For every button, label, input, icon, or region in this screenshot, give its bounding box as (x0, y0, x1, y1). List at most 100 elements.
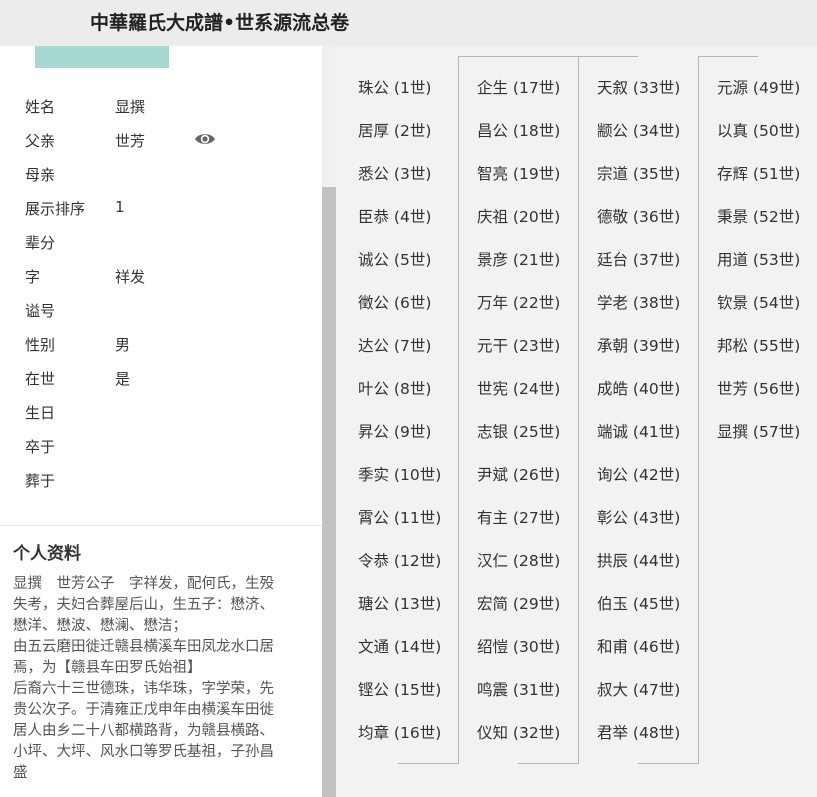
generation-item[interactable]: 珠公 (1世) (358, 76, 431, 100)
profile-line: 懋洋、懋波、懋澜、懋洁； (13, 618, 187, 634)
generation-item[interactable]: 悉公 (3世) (358, 162, 431, 186)
profile-line: 居人由乡二十八都横路背，为赣县横路、 (13, 723, 274, 739)
info-label-mother: 母亲 (25, 166, 56, 184)
generation-item[interactable]: 宗道 (35世) (597, 162, 680, 186)
generation-item[interactable]: 学老 (38世) (597, 291, 680, 315)
generation-item[interactable]: 绍愷 (30世) (477, 635, 560, 659)
generation-item[interactable]: 鸣震 (31世) (477, 678, 560, 702)
generation-item[interactable]: 元源 (49世) (717, 76, 800, 100)
info-row-courtesy-name: 字 祥发 (0, 258, 322, 292)
generation-item[interactable]: 存辉 (51世) (717, 162, 800, 186)
generation-item[interactable]: 廷台 (37世) (597, 248, 680, 272)
generation-item[interactable]: 询公 (42世) (597, 463, 680, 487)
generation-item[interactable]: 尹斌 (26世) (477, 463, 560, 487)
generation-item[interactable]: 智亮 (19世) (477, 162, 560, 186)
generation-item[interactable]: 用道 (53世) (717, 248, 800, 272)
info-value-order: 1 (115, 198, 125, 216)
connector-line (458, 56, 578, 57)
generation-item[interactable]: 彰公 (43世) (597, 506, 680, 530)
generation-item[interactable]: 徵公 (6世) (358, 291, 431, 315)
generation-item[interactable]: 钦景 (54世) (717, 291, 800, 315)
eye-icon[interactable] (194, 131, 216, 147)
info-label-courtesy-name: 字 (25, 268, 41, 286)
generation-item[interactable]: 以真 (50世) (717, 119, 800, 143)
generation-item[interactable]: 企生 (17世) (477, 76, 560, 100)
generation-item[interactable]: 臣恭 (4世) (358, 205, 431, 229)
generation-item[interactable]: 令恭 (12世) (358, 549, 441, 573)
generation-item[interactable]: 仪知 (32世) (477, 721, 560, 745)
generation-item[interactable]: 居厚 (2世) (358, 119, 431, 143)
info-label-father: 父亲 (25, 132, 56, 150)
generation-item[interactable]: 有主 (27世) (477, 506, 560, 530)
connector-line (578, 56, 579, 764)
generation-item[interactable]: 叶公 (8世) (358, 377, 431, 401)
generation-item[interactable]: 均章 (16世) (358, 721, 441, 745)
connector-line (578, 56, 638, 57)
info-label-gender: 性别 (25, 336, 56, 354)
info-row-death: 卒于 (0, 428, 322, 462)
profile-heading: 个人资料 (13, 544, 81, 564)
generation-item[interactable]: 端诚 (41世) (597, 420, 680, 444)
profile-line: 由五云磨田徙迁赣县横溪车田凤龙水口居 (13, 639, 274, 655)
generation-item[interactable]: 显撰 (57世) (717, 420, 800, 444)
generation-item[interactable]: 志银 (25世) (477, 420, 560, 444)
scrollbar-thumb[interactable] (322, 187, 336, 797)
profile-line: 失考，夫妇合葬屋后山，生五子：懋济、 (13, 597, 274, 613)
info-label-generation-name: 辈分 (25, 234, 56, 252)
generation-item[interactable]: 万年 (22世) (477, 291, 560, 315)
person-detail-panel: 姓名 显撰 父亲 世芳 母亲 展示排序 1 辈分 字 祥发 谥号 性别 男 在世… (0, 46, 322, 797)
info-value-living: 是 (115, 370, 131, 388)
generation-item[interactable]: 庆祖 (20世) (477, 205, 560, 229)
info-label-living: 在世 (25, 370, 56, 388)
info-row-generation-name: 辈分 (0, 224, 322, 258)
generation-item[interactable]: 汉仁 (28世) (477, 549, 560, 573)
generation-item[interactable]: 君举 (48世) (597, 721, 680, 745)
generation-item[interactable]: 昇公 (9世) (358, 420, 431, 444)
info-value-father[interactable]: 世芳 (115, 130, 145, 151)
connector-line (458, 56, 459, 764)
info-label-name: 姓名 (25, 98, 56, 116)
section-divider (0, 525, 322, 526)
generation-item[interactable]: 文通 (14世) (358, 635, 441, 659)
generation-item[interactable]: 叔大 (47世) (597, 678, 680, 702)
profile-line: 盛 (13, 765, 28, 781)
generation-item[interactable]: 成皓 (40世) (597, 377, 680, 401)
info-label-order: 展示排序 (25, 200, 86, 218)
generation-item[interactable]: 德敬 (36世) (597, 205, 680, 229)
generation-item[interactable]: 颛公 (34世) (597, 119, 680, 143)
generation-item[interactable]: 诚公 (5世) (358, 248, 431, 272)
generation-item[interactable]: 瑭公 (13世) (358, 592, 441, 616)
generation-item[interactable]: 世宪 (24世) (477, 377, 560, 401)
connector-line (698, 56, 699, 764)
lineage-grid: 珠公 (1世) 居厚 (2世) 悉公 (3世) 臣恭 (4世) 诚公 (5世) 徵公 (6… (336, 46, 817, 797)
generation-item[interactable]: 伯玉 (45世) (597, 592, 680, 616)
generation-item[interactable]: 世芳 (56世) (717, 377, 800, 401)
generation-item[interactable]: 天叙 (33世) (597, 76, 680, 100)
generation-item[interactable]: 元干 (23世) (477, 334, 560, 358)
generation-item[interactable]: 昌公 (18世) (477, 119, 560, 143)
profile-line: 后裔六十三世德珠，讳华珠，字学荣，先 (13, 681, 274, 697)
lineage-panel: 珠公 (1世) 居厚 (2世) 悉公 (3世) 臣恭 (4世) 诚公 (5世) 徵公 (6… (336, 46, 817, 797)
info-row-gender: 性别 男 (0, 326, 322, 360)
profile-line: 贵公次子。于清雍正戊申年由横溪车田徙 (13, 702, 274, 718)
info-row-name: 姓名 显撰 (0, 88, 322, 122)
generation-item[interactable]: 承朝 (39世) (597, 334, 680, 358)
profile-line: 显撰 世芳公子 字祥发，配何氏，生殁 (13, 576, 274, 592)
generation-item[interactable]: 宏简 (29世) (477, 592, 560, 616)
header-bar: 中華羅氏大成譜•世系源流总卷 (0, 0, 817, 46)
info-label-posthumous-name: 谥号 (25, 302, 56, 320)
info-label-death: 卒于 (25, 438, 56, 456)
generation-item[interactable]: 达公 (7世) (358, 334, 431, 358)
generation-item[interactable]: 霄公 (11世) (358, 506, 441, 530)
generation-item[interactable]: 邦松 (55世) (717, 334, 800, 358)
generation-item[interactable]: 景彦 (21世) (477, 248, 560, 272)
generation-item[interactable]: 秉景 (52世) (717, 205, 800, 229)
generation-item[interactable]: 铿公 (15世) (358, 678, 441, 702)
info-row-father: 父亲 世芳 (0, 122, 322, 156)
info-label-birth: 生日 (25, 404, 56, 422)
page-title: 中華羅氏大成譜•世系源流总卷 (90, 12, 350, 34)
generation-item[interactable]: 季实 (10世) (358, 463, 441, 487)
generation-item[interactable]: 和甫 (46世) (597, 635, 680, 659)
profile-line: 焉，为【赣县车田罗氏始祖】 (13, 660, 202, 676)
generation-item[interactable]: 拱辰 (44世) (597, 549, 680, 573)
